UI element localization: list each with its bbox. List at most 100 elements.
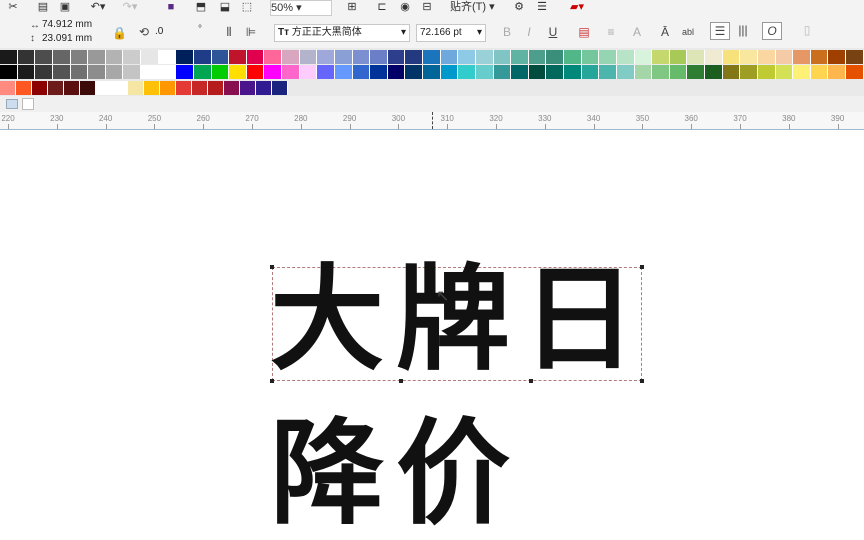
horizontal-text-icon[interactable]: ☰	[710, 22, 730, 40]
color-swatch[interactable]	[652, 50, 670, 64]
undo-icon[interactable]: ↶▾	[88, 0, 108, 14]
color-swatch[interactable]	[35, 65, 53, 79]
color-swatch[interactable]	[828, 65, 846, 79]
font-list-dropdown[interactable]: Tт 方正正大黑简体 ▾	[274, 24, 410, 42]
color-swatch[interactable]	[722, 50, 741, 64]
color-swatch[interactable]	[193, 50, 212, 64]
color-swatch[interactable]	[423, 50, 441, 64]
color-swatch[interactable]	[176, 50, 194, 64]
color-swatch[interactable]	[144, 81, 160, 95]
color-swatch[interactable]	[246, 65, 265, 79]
color-swatch[interactable]	[48, 81, 64, 95]
color-swatch[interactable]	[176, 65, 194, 79]
color-swatch[interactable]	[52, 50, 71, 64]
color-swatch[interactable]	[634, 65, 653, 79]
color-swatch[interactable]	[0, 65, 18, 79]
color-swatch[interactable]	[0, 81, 16, 95]
redo-icon[interactable]: ↷▾	[120, 0, 140, 14]
rotate-icon[interactable]: ⟲	[137, 24, 151, 40]
object-height-value[interactable]: 23.091 mm	[42, 33, 92, 44]
color-swatch[interactable]	[52, 65, 71, 79]
search-content-icon[interactable]: ■	[164, 0, 178, 14]
color-swatch[interactable]	[211, 50, 230, 64]
color-swatch[interactable]	[475, 50, 494, 64]
color-swatch[interactable]	[705, 50, 723, 64]
color-swatch[interactable]	[17, 50, 36, 64]
color-swatch[interactable]	[158, 50, 177, 64]
color-swatch[interactable]	[793, 50, 811, 64]
color-swatch[interactable]	[475, 65, 494, 79]
color-swatch[interactable]	[846, 65, 864, 79]
color-swatch[interactable]	[240, 81, 256, 95]
color-swatch[interactable]	[581, 50, 600, 64]
underline-icon[interactable]: U	[546, 24, 560, 40]
color-swatch[interactable]	[528, 50, 547, 64]
object-width-value[interactable]: 74.912 mm	[42, 19, 92, 30]
color-swatch[interactable]	[616, 65, 635, 79]
color-swatch[interactable]	[757, 65, 776, 79]
color-swatch[interactable]	[70, 65, 89, 79]
cut-icon[interactable]: ✂	[6, 0, 20, 14]
color-swatch[interactable]	[757, 50, 776, 64]
color-swatch[interactable]	[17, 65, 36, 79]
drop-cap-icon[interactable]: A	[630, 24, 644, 40]
color-swatch[interactable]	[264, 65, 282, 79]
snap-to-dropdown[interactable]: 贴齐(T) ▾	[450, 0, 500, 14]
color-swatch[interactable]	[423, 65, 441, 79]
color-swatch[interactable]	[256, 81, 272, 95]
welcome-screen-icon[interactable]: ▰▾	[565, 0, 589, 14]
color-swatch[interactable]	[511, 50, 529, 64]
color-swatch[interactable]	[775, 65, 794, 79]
color-swatch[interactable]	[564, 50, 582, 64]
color-swatch[interactable]	[616, 50, 635, 64]
color-swatch[interactable]	[546, 65, 564, 79]
text-line2[interactable]: 降价	[270, 412, 522, 536]
color-swatch[interactable]	[387, 50, 406, 64]
grid-icon[interactable]: ⊟	[420, 0, 434, 14]
color-swatch[interactable]	[722, 65, 741, 79]
color-swatch[interactable]	[123, 65, 141, 79]
text-properties-icon[interactable]: Ā	[658, 24, 672, 40]
color-swatch[interactable]	[229, 65, 247, 79]
color-swatch[interactable]	[546, 50, 564, 64]
color-swatch[interactable]	[32, 81, 48, 95]
color-swatch[interactable]	[705, 65, 723, 79]
color-swatch[interactable]	[224, 81, 240, 95]
rotation-angle-field[interactable]: .0	[152, 24, 192, 42]
document-icon[interactable]	[6, 99, 18, 109]
color-swatch[interactable]	[493, 65, 512, 79]
color-swatch[interactable]	[458, 65, 476, 79]
vertical-text-icon[interactable]: |||	[734, 22, 752, 38]
color-swatch[interactable]	[564, 65, 582, 79]
color-swatch[interactable]	[581, 65, 600, 79]
paste-icon[interactable]: ▣	[58, 0, 72, 14]
color-swatch[interactable]	[599, 50, 617, 64]
color-swatch[interactable]	[299, 65, 318, 79]
bullet-list-icon[interactable]: ≡	[604, 24, 618, 40]
color-swatch[interactable]	[775, 50, 794, 64]
app-launcher-icon[interactable]: ☰	[535, 0, 549, 14]
color-swatch[interactable]	[16, 81, 32, 95]
rulers-icon[interactable]: ⊏	[375, 0, 389, 14]
color-swatch[interactable]	[828, 50, 846, 64]
color-swatch[interactable]	[634, 50, 653, 64]
color-swatch[interactable]	[317, 50, 335, 64]
color-swatch[interactable]	[123, 50, 141, 64]
color-swatch[interactable]	[35, 50, 53, 64]
color-swatch[interactable]	[282, 50, 300, 64]
color-swatch[interactable]	[112, 81, 128, 95]
color-swatch[interactable]	[687, 50, 705, 64]
color-swatch[interactable]	[740, 65, 758, 79]
color-swatch[interactable]	[158, 65, 177, 79]
color-swatch[interactable]	[370, 65, 388, 79]
color-swatch[interactable]	[458, 50, 476, 64]
zoom-level-dropdown[interactable]: 50% ▾	[270, 0, 332, 16]
color-swatch[interactable]	[160, 81, 176, 95]
color-swatch[interactable]	[272, 81, 288, 95]
color-swatch[interactable]	[70, 50, 89, 64]
color-swatch[interactable]	[740, 50, 758, 64]
color-swatch[interactable]	[387, 65, 406, 79]
copy-icon[interactable]: ▤	[36, 0, 50, 14]
color-swatch[interactable]	[299, 50, 318, 64]
color-swatch[interactable]	[846, 50, 864, 64]
